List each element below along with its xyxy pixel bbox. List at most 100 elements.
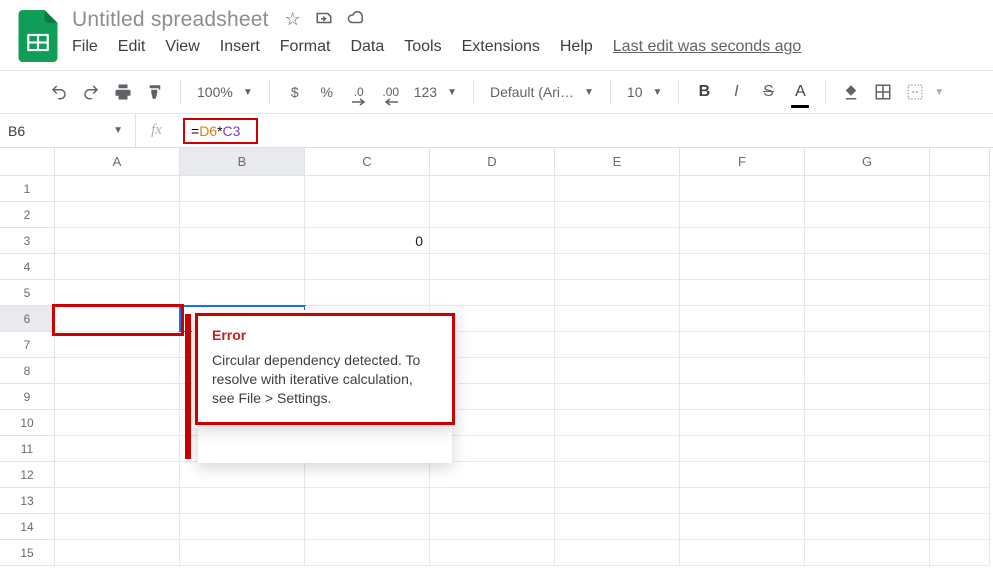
merge-cells-button[interactable]: ▼ (906, 83, 944, 101)
row-header-14[interactable]: 14 (0, 514, 55, 540)
cell-extra-14[interactable] (930, 514, 990, 540)
document-title[interactable]: Untitled spreadsheet (72, 8, 269, 32)
cell-extra-12[interactable] (930, 462, 990, 488)
cell-b5[interactable] (180, 280, 305, 306)
cell-a6[interactable] (55, 306, 180, 332)
cell-g3[interactable] (805, 228, 930, 254)
cell-e13[interactable] (555, 488, 680, 514)
cell-extra-4[interactable] (930, 254, 990, 280)
cell-a15[interactable] (55, 540, 180, 566)
cell-e7[interactable] (555, 332, 680, 358)
cell-b15[interactable] (180, 540, 305, 566)
paint-format-button[interactable] (146, 80, 164, 104)
cell-b11[interactable] (180, 436, 305, 462)
cell-a4[interactable] (55, 254, 180, 280)
column-header-g[interactable]: G (805, 148, 930, 176)
cell-d5[interactable] (430, 280, 555, 306)
column-header-extra[interactable] (930, 148, 990, 176)
cell-e8[interactable] (555, 358, 680, 384)
bold-button[interactable]: B (695, 80, 713, 104)
cell-e14[interactable] (555, 514, 680, 540)
cell-a12[interactable] (55, 462, 180, 488)
cell-g12[interactable] (805, 462, 930, 488)
cell-g4[interactable] (805, 254, 930, 280)
cell-g7[interactable] (805, 332, 930, 358)
cell-d4[interactable] (430, 254, 555, 280)
cloud-status-icon[interactable] (347, 9, 365, 32)
cell-g15[interactable] (805, 540, 930, 566)
column-header-c[interactable]: C (305, 148, 430, 176)
cell-a13[interactable] (55, 488, 180, 514)
more-formats-button[interactable]: 123 ▼ (414, 84, 457, 100)
cell-b14[interactable] (180, 514, 305, 540)
cell-e3[interactable] (555, 228, 680, 254)
cell-g9[interactable] (805, 384, 930, 410)
cell-f13[interactable] (680, 488, 805, 514)
cell-c15[interactable] (305, 540, 430, 566)
cell-b3[interactable] (180, 228, 305, 254)
cell-f10[interactable] (680, 410, 805, 436)
font-size-select[interactable]: 10 ▼ (627, 84, 662, 100)
column-header-e[interactable]: E (555, 148, 680, 176)
font-select[interactable]: Default (Ari… ▼ (490, 84, 594, 100)
name-box[interactable]: B6 ▼ (0, 123, 135, 139)
menu-data[interactable]: Data (350, 38, 384, 56)
cell-a11[interactable] (55, 436, 180, 462)
last-edit-link[interactable]: Last edit was seconds ago (613, 38, 802, 56)
row-header-2[interactable]: 2 (0, 202, 55, 228)
cell-extra-11[interactable] (930, 436, 990, 462)
row-header-10[interactable]: 10 (0, 410, 55, 436)
fill-color-button[interactable] (842, 80, 860, 104)
row-header-6[interactable]: 6 (0, 306, 55, 332)
cell-f9[interactable] (680, 384, 805, 410)
menu-format[interactable]: Format (280, 38, 331, 56)
cell-d15[interactable] (430, 540, 555, 566)
zoom-select[interactable]: 100% ▼ (197, 84, 253, 100)
cell-f1[interactable] (680, 176, 805, 202)
cell-b13[interactable] (180, 488, 305, 514)
borders-button[interactable] (874, 80, 892, 104)
cell-d12[interactable] (430, 462, 555, 488)
row-header-12[interactable]: 12 (0, 462, 55, 488)
cell-g6[interactable] (805, 306, 930, 332)
increase-decimal-button[interactable]: .00 (382, 80, 400, 104)
column-header-f[interactable]: F (680, 148, 805, 176)
italic-button[interactable]: I (727, 80, 745, 104)
cell-d1[interactable] (430, 176, 555, 202)
row-header-13[interactable]: 13 (0, 488, 55, 514)
column-header-d[interactable]: D (430, 148, 555, 176)
cell-c5[interactable] (305, 280, 430, 306)
cell-e15[interactable] (555, 540, 680, 566)
cell-d2[interactable] (430, 202, 555, 228)
cell-g8[interactable] (805, 358, 930, 384)
cell-f14[interactable] (680, 514, 805, 540)
formula-input[interactable]: =D6*C3 (177, 114, 264, 148)
format-percent-button[interactable]: % (318, 80, 336, 104)
cell-g10[interactable] (805, 410, 930, 436)
cell-extra-6[interactable] (930, 306, 990, 332)
cell-e12[interactable] (555, 462, 680, 488)
cell-f4[interactable] (680, 254, 805, 280)
cell-a8[interactable] (55, 358, 180, 384)
column-header-a[interactable]: A (55, 148, 180, 176)
cell-e4[interactable] (555, 254, 680, 280)
cell-c13[interactable] (305, 488, 430, 514)
cell-extra-10[interactable] (930, 410, 990, 436)
row-header-15[interactable]: 15 (0, 540, 55, 566)
cell-a5[interactable] (55, 280, 180, 306)
strikethrough-button[interactable]: S (759, 80, 777, 104)
column-header-b[interactable]: B (180, 148, 305, 176)
cell-g1[interactable] (805, 176, 930, 202)
decrease-decimal-button[interactable]: .0 (350, 80, 368, 104)
cell-extra-1[interactable] (930, 176, 990, 202)
cell-a10[interactable] (55, 410, 180, 436)
cell-a14[interactable] (55, 514, 180, 540)
cell-f7[interactable] (680, 332, 805, 358)
cell-g14[interactable] (805, 514, 930, 540)
cell-f5[interactable] (680, 280, 805, 306)
cell-b4[interactable] (180, 254, 305, 280)
cell-e9[interactable] (555, 384, 680, 410)
star-icon[interactable]: ☆ (285, 9, 301, 32)
cell-grid[interactable]: ABCDEFG1230456#REF!789101112131415 (0, 148, 993, 566)
cell-c2[interactable] (305, 202, 430, 228)
